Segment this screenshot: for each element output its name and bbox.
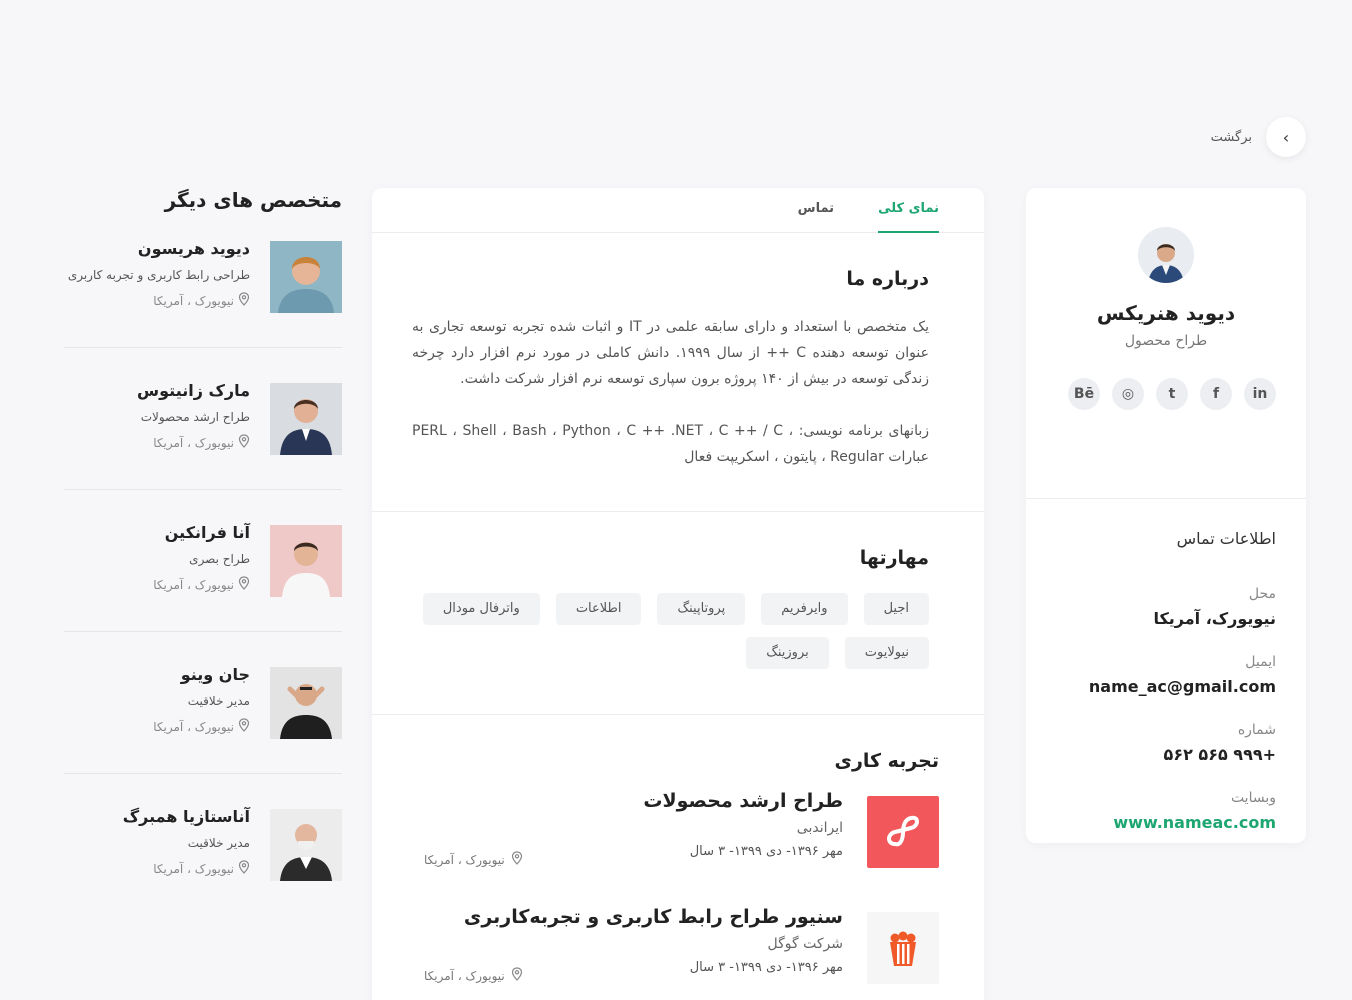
location-pin-icon: [238, 434, 250, 451]
tab-bar: نمای کلی تماس: [372, 188, 984, 233]
email-value[interactable]: name_ac@gmail.com: [1056, 677, 1276, 696]
list-item[interactable]: دیوید هریسون طراحی رابط کاربری و تجربه ک…: [64, 239, 342, 348]
person-location: نیویورک ، آمریکا: [64, 860, 250, 877]
email-label: ایمیل: [1245, 654, 1276, 670]
back-button[interactable]: › برگشت: [1211, 117, 1306, 157]
person-role: طراح بصری: [189, 552, 250, 566]
phone-value[interactable]: +۹۹۹ ۵۶۵ ۵۶۲: [1056, 745, 1276, 764]
person-location-text: نیویورک ، آمریکا: [153, 719, 234, 734]
location-pin-icon: [238, 860, 250, 877]
skills-section: مهارتها اجیل وایرفریم پروتاپینگ اطلاعات …: [372, 512, 984, 715]
person-role: طراح ارشد محصولات: [140, 410, 250, 424]
tab-overview[interactable]: نمای کلی: [878, 188, 939, 233]
person-location-text: نیویورک ، آمریکا: [153, 293, 234, 308]
experience-location-text: نیویورک ، آمریکا: [424, 968, 505, 983]
experience-item: طراح ارشد محصولات ایراندبی مهر ۱۳۹۶- دی …: [412, 790, 939, 868]
contact-location: محل نیویورک، آمریکا: [1056, 586, 1276, 628]
list-item[interactable]: مارک زانیتوس طراح ارشد محصولات نیویورک ،…: [64, 381, 342, 490]
location-pin-icon: [238, 718, 250, 735]
location-pin-icon: [238, 292, 250, 309]
location-pin-icon: [511, 851, 523, 868]
list-item[interactable]: آنا فرانکین طراح بصری نیویورک ، آمریکا: [64, 523, 342, 632]
person-name: مارک زانیتوس: [137, 381, 250, 400]
skill-chip[interactable]: اجیل: [863, 593, 929, 625]
list-item[interactable]: آناستازیا همبرگ مدیر خلاقیت نیویورک ، آم…: [64, 807, 342, 881]
person-role: طراحی رابط کاربری و تجربه کاربری: [67, 268, 250, 282]
website-label: وبسایت: [1230, 790, 1276, 806]
contact-email: ایمیل name_ac@gmail.com: [1056, 654, 1276, 696]
about-title: درباره ما: [846, 268, 929, 290]
skill-chip[interactable]: اطلاعات: [555, 593, 642, 625]
experience-item: سنیور طراح رابط کاربری و تجربه‌کاربری شر…: [412, 906, 939, 984]
person-location: نیویورک ، آمریکا: [64, 576, 250, 593]
contact-info: اطلاعات تماس محل نیویورک، آمریکا ایمیل n…: [1026, 499, 1306, 832]
avatar: [1138, 227, 1194, 283]
person-location: نیویورک ، آمریکا: [64, 434, 250, 451]
profile-role: طراح محصول: [1124, 333, 1208, 349]
main-card: نمای کلی تماس درباره ما یک متخصص با استع…: [372, 188, 984, 1000]
contact-website: وبسایت www.nameac.com: [1056, 790, 1276, 832]
person-photo: [270, 667, 342, 739]
person-name: آنا فرانکین: [164, 523, 250, 542]
linkedin-icon[interactable]: in: [1244, 378, 1276, 410]
social-links: in f t ◎ Bē: [1026, 378, 1306, 410]
contact-title: اطلاعات تماس: [1176, 529, 1276, 548]
skill-chip[interactable]: واترفال مودال: [422, 593, 540, 625]
person-role: مدیر خلاقیت: [187, 836, 250, 850]
chevron-right-icon[interactable]: ›: [1266, 117, 1306, 157]
experience-title: تجربه کاری: [834, 750, 939, 772]
location-pin-icon: [238, 576, 250, 593]
contact-phone: شماره +۹۹۹ ۵۶۵ ۵۶۲: [1056, 722, 1276, 764]
experience-title-text: طراح ارشد محصولات: [643, 790, 843, 812]
location-pin-icon: [511, 967, 523, 984]
person-name: دیوید هریسون: [137, 239, 250, 258]
person-location: نیویورک ، آمریکا: [64, 292, 250, 309]
profile-header: دیوید هنریکس طراح محصول in f t ◎ Bē: [1026, 227, 1306, 499]
person-role: مدیر خلاقیت: [187, 694, 250, 708]
skill-chip[interactable]: پروتاپینگ: [657, 593, 746, 625]
person-photo: [270, 383, 342, 455]
back-label: برگشت: [1210, 129, 1252, 145]
experience-location-text: نیویورک ، آمریکا: [424, 852, 505, 867]
experience-company: شرکت گوگل: [767, 936, 843, 952]
experience-section: تجربه کاری طراح ارشد محصولات ایراندبی مه…: [372, 715, 984, 984]
experience-location: نیویورک ، آمریکا: [424, 851, 523, 868]
location-value: نیویورک، آمریکا: [1153, 609, 1276, 628]
person-location: نیویورک ، آمریکا: [64, 718, 250, 735]
skill-list: اجیل وایرفریم پروتاپینگ اطلاعات واترفال …: [412, 593, 929, 669]
about-section: درباره ما یک متخصص با استعداد و دارای سا…: [372, 233, 984, 512]
skill-chip[interactable]: وایرفریم: [761, 593, 848, 625]
person-photo: [270, 809, 342, 881]
person-name: جان وینو: [180, 665, 250, 684]
list-item[interactable]: جان وینو مدیر خلاقیت نیویورک ، آمریکا: [64, 665, 342, 774]
company-logo-icon: [867, 796, 939, 868]
location-label: محل: [1248, 586, 1276, 602]
experience-title-text: سنیور طراح رابط کاربری و تجربه‌کاربری: [463, 906, 843, 928]
twitter-icon[interactable]: t: [1156, 378, 1188, 410]
profile-name: دیوید هنریکس: [1096, 301, 1236, 325]
phone-label: شماره: [1237, 722, 1276, 738]
person-photo: [270, 525, 342, 597]
others-title: متخصص های دیگر: [164, 188, 342, 212]
behance-icon[interactable]: Bē: [1068, 378, 1100, 410]
about-paragraph: یک متخصص با استعداد و دارای سابقه علمی د…: [412, 319, 929, 387]
skill-chip[interactable]: بروزینگ: [746, 637, 829, 669]
person-name: آناستازیا همبرگ: [122, 807, 250, 826]
facebook-icon[interactable]: f: [1200, 378, 1232, 410]
person-location-text: نیویورک ، آمریکا: [153, 861, 234, 876]
person-location-text: نیویورک ، آمریکا: [153, 577, 234, 592]
tab-contact[interactable]: تماس: [798, 188, 834, 232]
person-location-text: نیویورک ، آمریکا: [153, 435, 234, 450]
profile-card: دیوید هنریکس طراح محصول in f t ◎ Bē اطلا…: [1026, 188, 1306, 843]
languages-paragraph: زبانهای برنامه نویسی: ، PERL ، Shell ، B…: [412, 423, 929, 465]
popcorn-logo-icon: [867, 912, 939, 984]
website-link[interactable]: www.nameac.com: [1056, 813, 1276, 832]
dribbble-icon[interactable]: ◎: [1112, 378, 1144, 410]
other-experts: متخصص های دیگر دیوید هریسون طراحی رابط ک…: [64, 188, 342, 951]
skills-title: مهارتها: [859, 547, 929, 569]
experience-location: نیویورک ، آمریکا: [424, 967, 523, 984]
skill-chip[interactable]: نیولایوت: [844, 637, 929, 669]
person-photo: [270, 241, 342, 313]
experience-company: ایراندبی: [796, 820, 843, 836]
